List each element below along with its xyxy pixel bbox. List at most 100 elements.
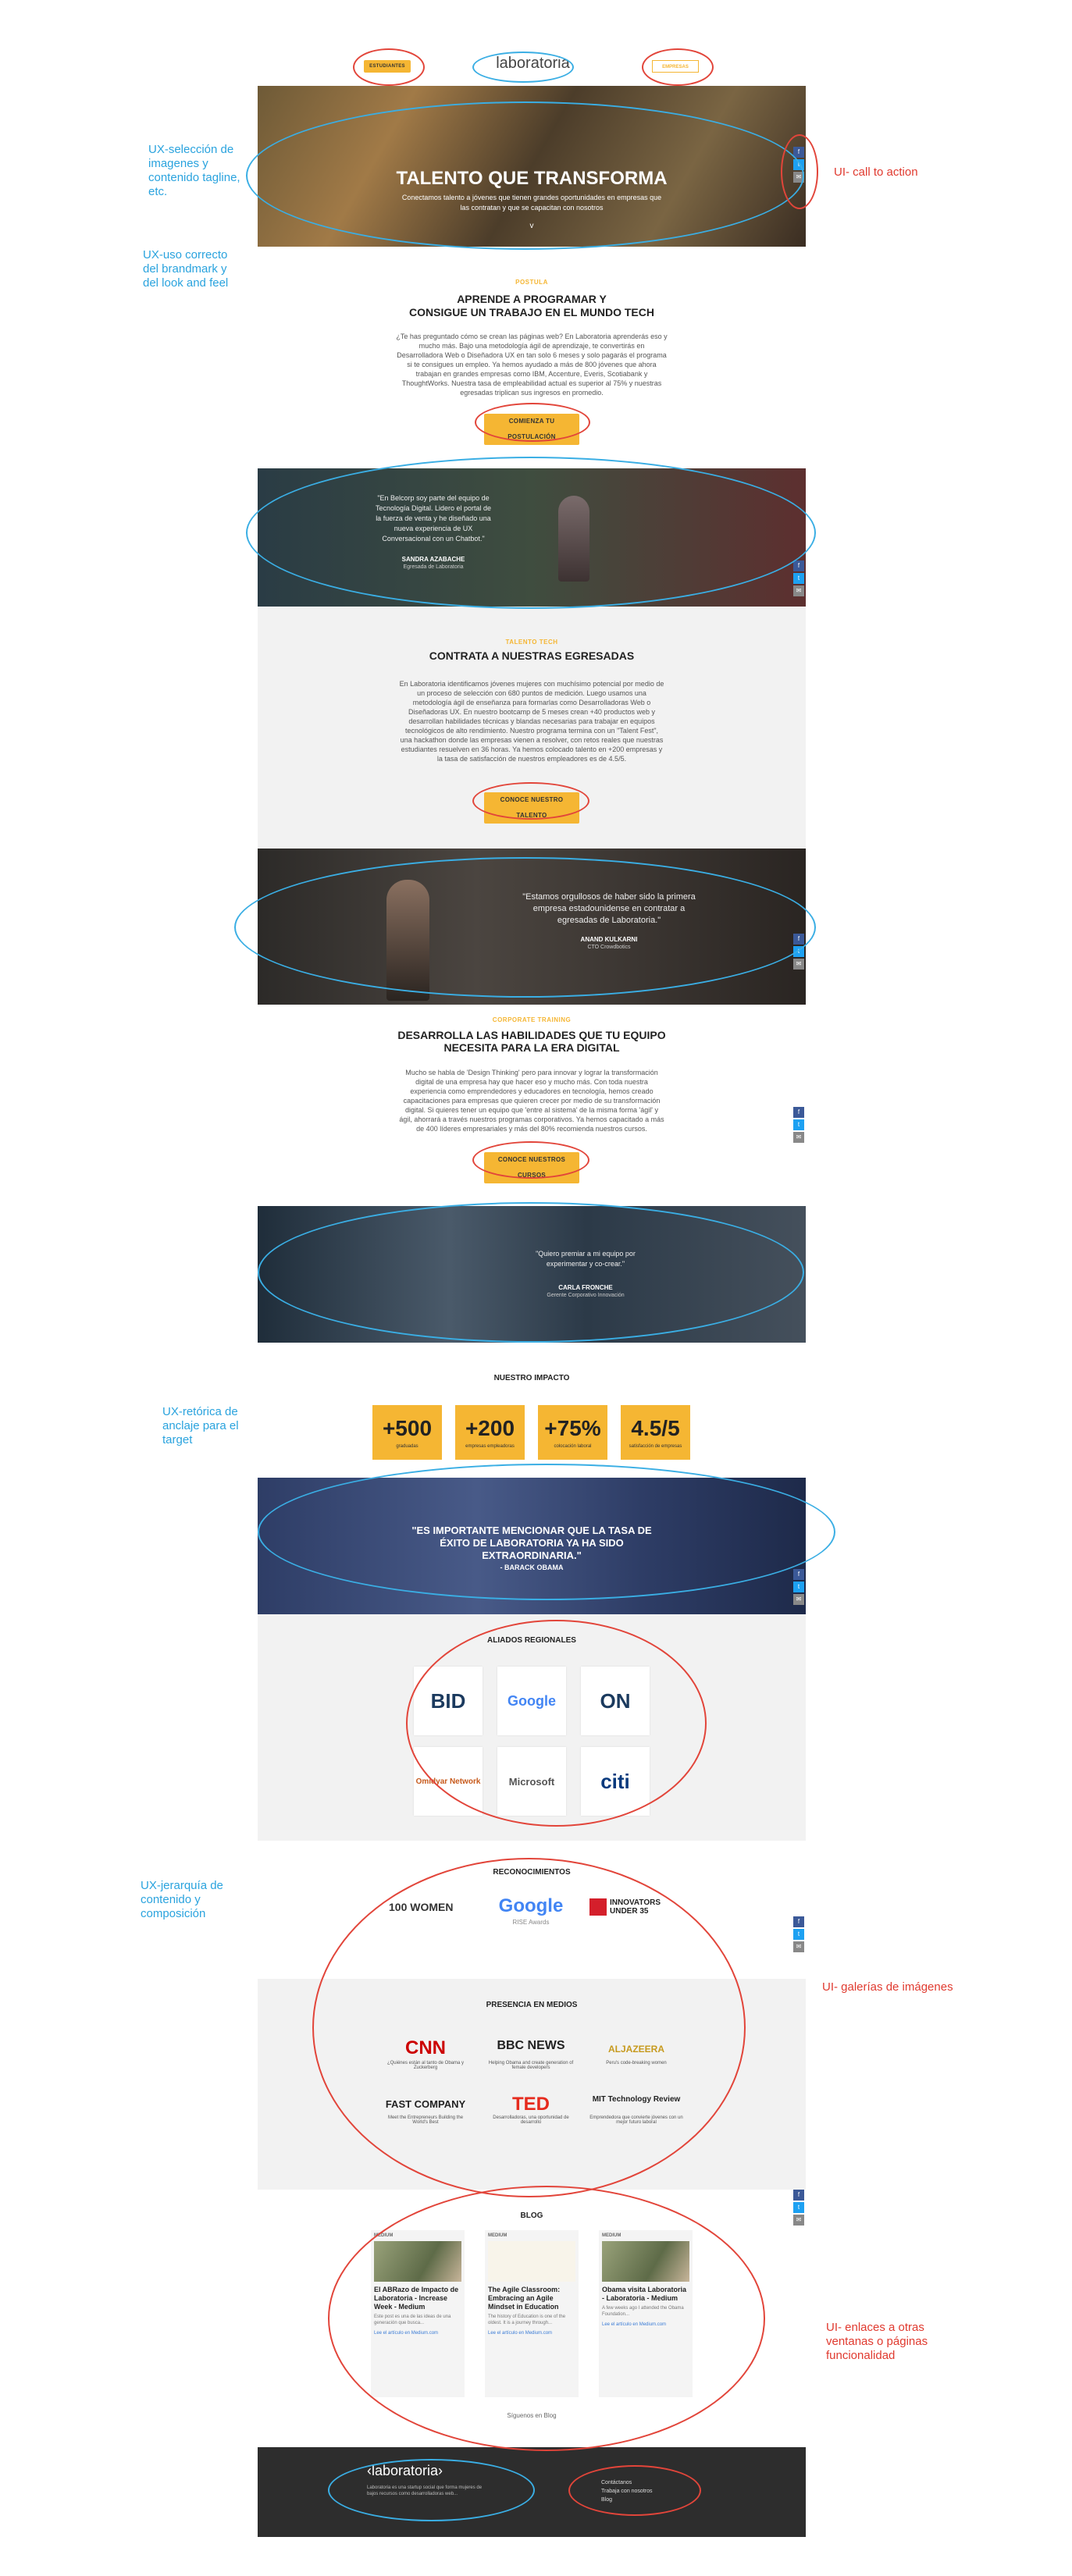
landing-page: ESTUDIANTES laboratoria EMPRESAS TALENTO… [258,0,806,2576]
facebook-icon[interactable]: f [793,1569,804,1580]
footer-logo[interactable]: ‹laboratoria› [367,2463,443,2479]
header: ESTUDIANTES laboratoria EMPRESAS [258,47,806,86]
ted-logo: TED [512,2094,550,2115]
rise-awards-label: RISE Awards [512,1919,550,1926]
twitter-icon[interactable]: t [793,1119,804,1130]
annotation-ux-hierarchy: UX-jerarquía de contenido y composición [141,1879,223,1920]
twitter-icon[interactable]: t [793,159,804,170]
twitter-icon[interactable]: t [793,2202,804,2213]
mail-icon[interactable]: ✉ [793,1132,804,1143]
footer-link-blog[interactable]: Blog [601,2497,612,2503]
aljazeera-logo: ALJAZEERA [607,2044,664,2055]
twitter-icon[interactable]: t [793,1582,804,1592]
social-bar-7: f t ✉ [793,2190,804,2227]
facebook-icon[interactable]: f [793,1916,804,1927]
postula-body: ¿Te has preguntado cómo se crean las pág… [396,333,668,397]
mail-icon[interactable]: ✉ [793,172,804,183]
facebook-icon[interactable]: f [793,560,804,571]
facebook-icon[interactable]: f [793,1107,804,1118]
aljazeera-caption: Peru's code-breaking women [606,2061,667,2065]
obama-quote-3: EXTRAORDINARIA." [482,1550,582,1561]
facebook-icon[interactable]: f [793,2190,804,2201]
twitter-icon[interactable]: t [793,946,804,957]
speaker-photo [558,496,589,582]
cnn-caption: ¿Quiénes están al tanto de Obama y Zucke… [386,2061,465,2070]
fast-company-caption: Meet the Entrepreneurs Building the Worl… [387,2115,464,2125]
social-bar-5: f t ✉ [793,1569,804,1606]
cnn-logo: CNN [405,2037,446,2058]
blog-post-2[interactable]: MEDIUM The Agile Classroom: Embracing an… [485,2230,579,2397]
brand-logo[interactable]: laboratoria [484,55,582,73]
twitter-icon[interactable]: t [793,1929,804,1940]
corporate-title-2: NECESITA PARA LA ERA DIGITAL [443,1041,620,1054]
social-bar-6: f t ✉ [793,1916,804,1954]
apply-button[interactable]: COMIENZA TU POSTULACIÓN [484,414,579,445]
post-image [488,2241,575,2282]
obama-author: - BARACK OBAMA [500,1564,564,1571]
social-bar: f t ✉ [793,147,804,184]
mail-icon[interactable]: ✉ [793,585,804,596]
post-link[interactable]: Lee el artículo en Medium.com [485,2326,579,2336]
recognition-title: RECONOCIMIENTOS [493,1868,571,1877]
postula-kicker: POSTULA [515,279,548,286]
post-summary: The history of Education is one of the o… [488,2314,566,2325]
annotation-ui-galleries: UI- galerías de imágenes [822,1980,953,1994]
blog-title: BLOG [520,2211,543,2220]
post-summary: A few weeks ago I attended the Obama Fou… [602,2306,684,2317]
post-link[interactable]: Lee el artículo en Medium.com [371,2326,465,2336]
bid-logo: BID [414,1667,483,1735]
anand-role: CTO Crowdbotics [587,945,631,950]
post-link[interactable]: Lee el artículo en Medium.com [599,2318,693,2327]
anand-name: ANAND KULKARNI [580,936,638,943]
students-button[interactable]: ESTUDIANTES [364,60,411,73]
talento-title: CONTRATA A NUESTRAS EGRESADAS [429,649,635,662]
anand-quote: "Estamos orgullosos de haber sido la pri… [522,892,696,925]
footer-tagline: Laboratoria es una startup social que fo… [367,2485,483,2496]
mail-icon[interactable]: ✉ [793,1594,804,1605]
mail-icon[interactable]: ✉ [793,959,804,970]
postula-title-2: CONSIGUE UN TRABAJO EN EL MUNDO TECH [409,306,654,318]
post-title[interactable]: The Agile Classroom: Embracing an Agile … [485,2282,579,2314]
google-award-logo: Google [498,1895,564,1916]
post-image [602,2241,689,2282]
mail-icon[interactable]: ✉ [793,1941,804,1952]
corporate-kicker: CORPORATE TRAINING [492,1016,572,1023]
blog-post-1[interactable]: MEDIUM El ABRazo de Impacto de Laborator… [371,2230,465,2397]
corporate-body: Mucho se habla de 'Design Thinking' pero… [399,1069,664,1133]
stat-placement: +75% colocación laboral [538,1405,607,1460]
blog-post-3[interactable]: MEDIUM Obama visita Laboratoria - Labora… [599,2230,693,2397]
impact-title: NUESTRO IMPACTO [493,1374,570,1382]
obama-quote-banner: "ES IMPORTANTE MENCIONAR QUE LA TASA DE … [258,1478,806,1614]
bbc-news-logo: BBC NEWS [497,2039,565,2052]
hero-subtitle-1: Conectamos talento a jóvenes que tienen … [401,194,662,201]
mit-logo: MIT Technology Review [592,2095,681,2104]
talento-body: En Laboratoria identificamos jóvenes muj… [399,680,664,763]
footer-link-work[interactable]: Trabaja con nosotros [601,2489,653,2494]
annotation-ui-links: UI- enlaces a otras ventanas o páginas f… [826,2321,928,2362]
companies-button[interactable]: EMPRESAS [652,60,699,73]
talent-button[interactable]: CONOCE NUESTRO TALENTO [484,792,579,824]
courses-button[interactable]: CONOCE NUESTROS CURSOS [484,1152,579,1183]
post-image [374,2241,461,2282]
testimonial-anand: "Estamos orgullosos de haber sido la pri… [258,849,806,1005]
blog-follow-link[interactable]: Síguenos en Blog [258,2412,806,2419]
testimonial-sandra: "En Belcorp soy parte del equipo de Tecno… [258,468,806,607]
annotation-ux-brand: UX-uso correcto del brandmark y del look… [143,248,229,290]
carla-role: Gerente Corporativo Innovación [547,1293,625,1298]
chevron-down-icon[interactable]: v [525,222,538,230]
post-title[interactable]: El ABRazo de Impacto de Laboratoria - In… [371,2282,465,2314]
post-title[interactable]: Obama visita Laboratoria - Laboratoria -… [599,2282,693,2305]
testimonial-carla: "Quiero premiar a mi equipo por experimen… [258,1206,806,1343]
twitter-icon[interactable]: t [793,573,804,584]
mail-icon[interactable]: ✉ [793,2215,804,2226]
social-bar-3: f t ✉ [793,934,804,971]
obama-quote-1: "ES IMPORTANTE MENCIONAR QUE LA TASA DE [411,1525,652,1536]
stat-graduates: +500 graduadas [372,1405,442,1460]
footer-link-contact[interactable]: Contáctanos [601,2480,632,2485]
facebook-icon[interactable]: f [793,147,804,158]
innovators-logo: INNOVATORS UNDER 35 [589,1898,668,1916]
stat-satisfaction: 4.5/5 satisfacción de empresas [621,1405,690,1460]
carla-name: CARLA FRONCHE [558,1284,613,1291]
obama-quote-2: ÉXITO DE LABORATORIA YA HA SIDO [440,1537,624,1549]
facebook-icon[interactable]: f [793,934,804,945]
